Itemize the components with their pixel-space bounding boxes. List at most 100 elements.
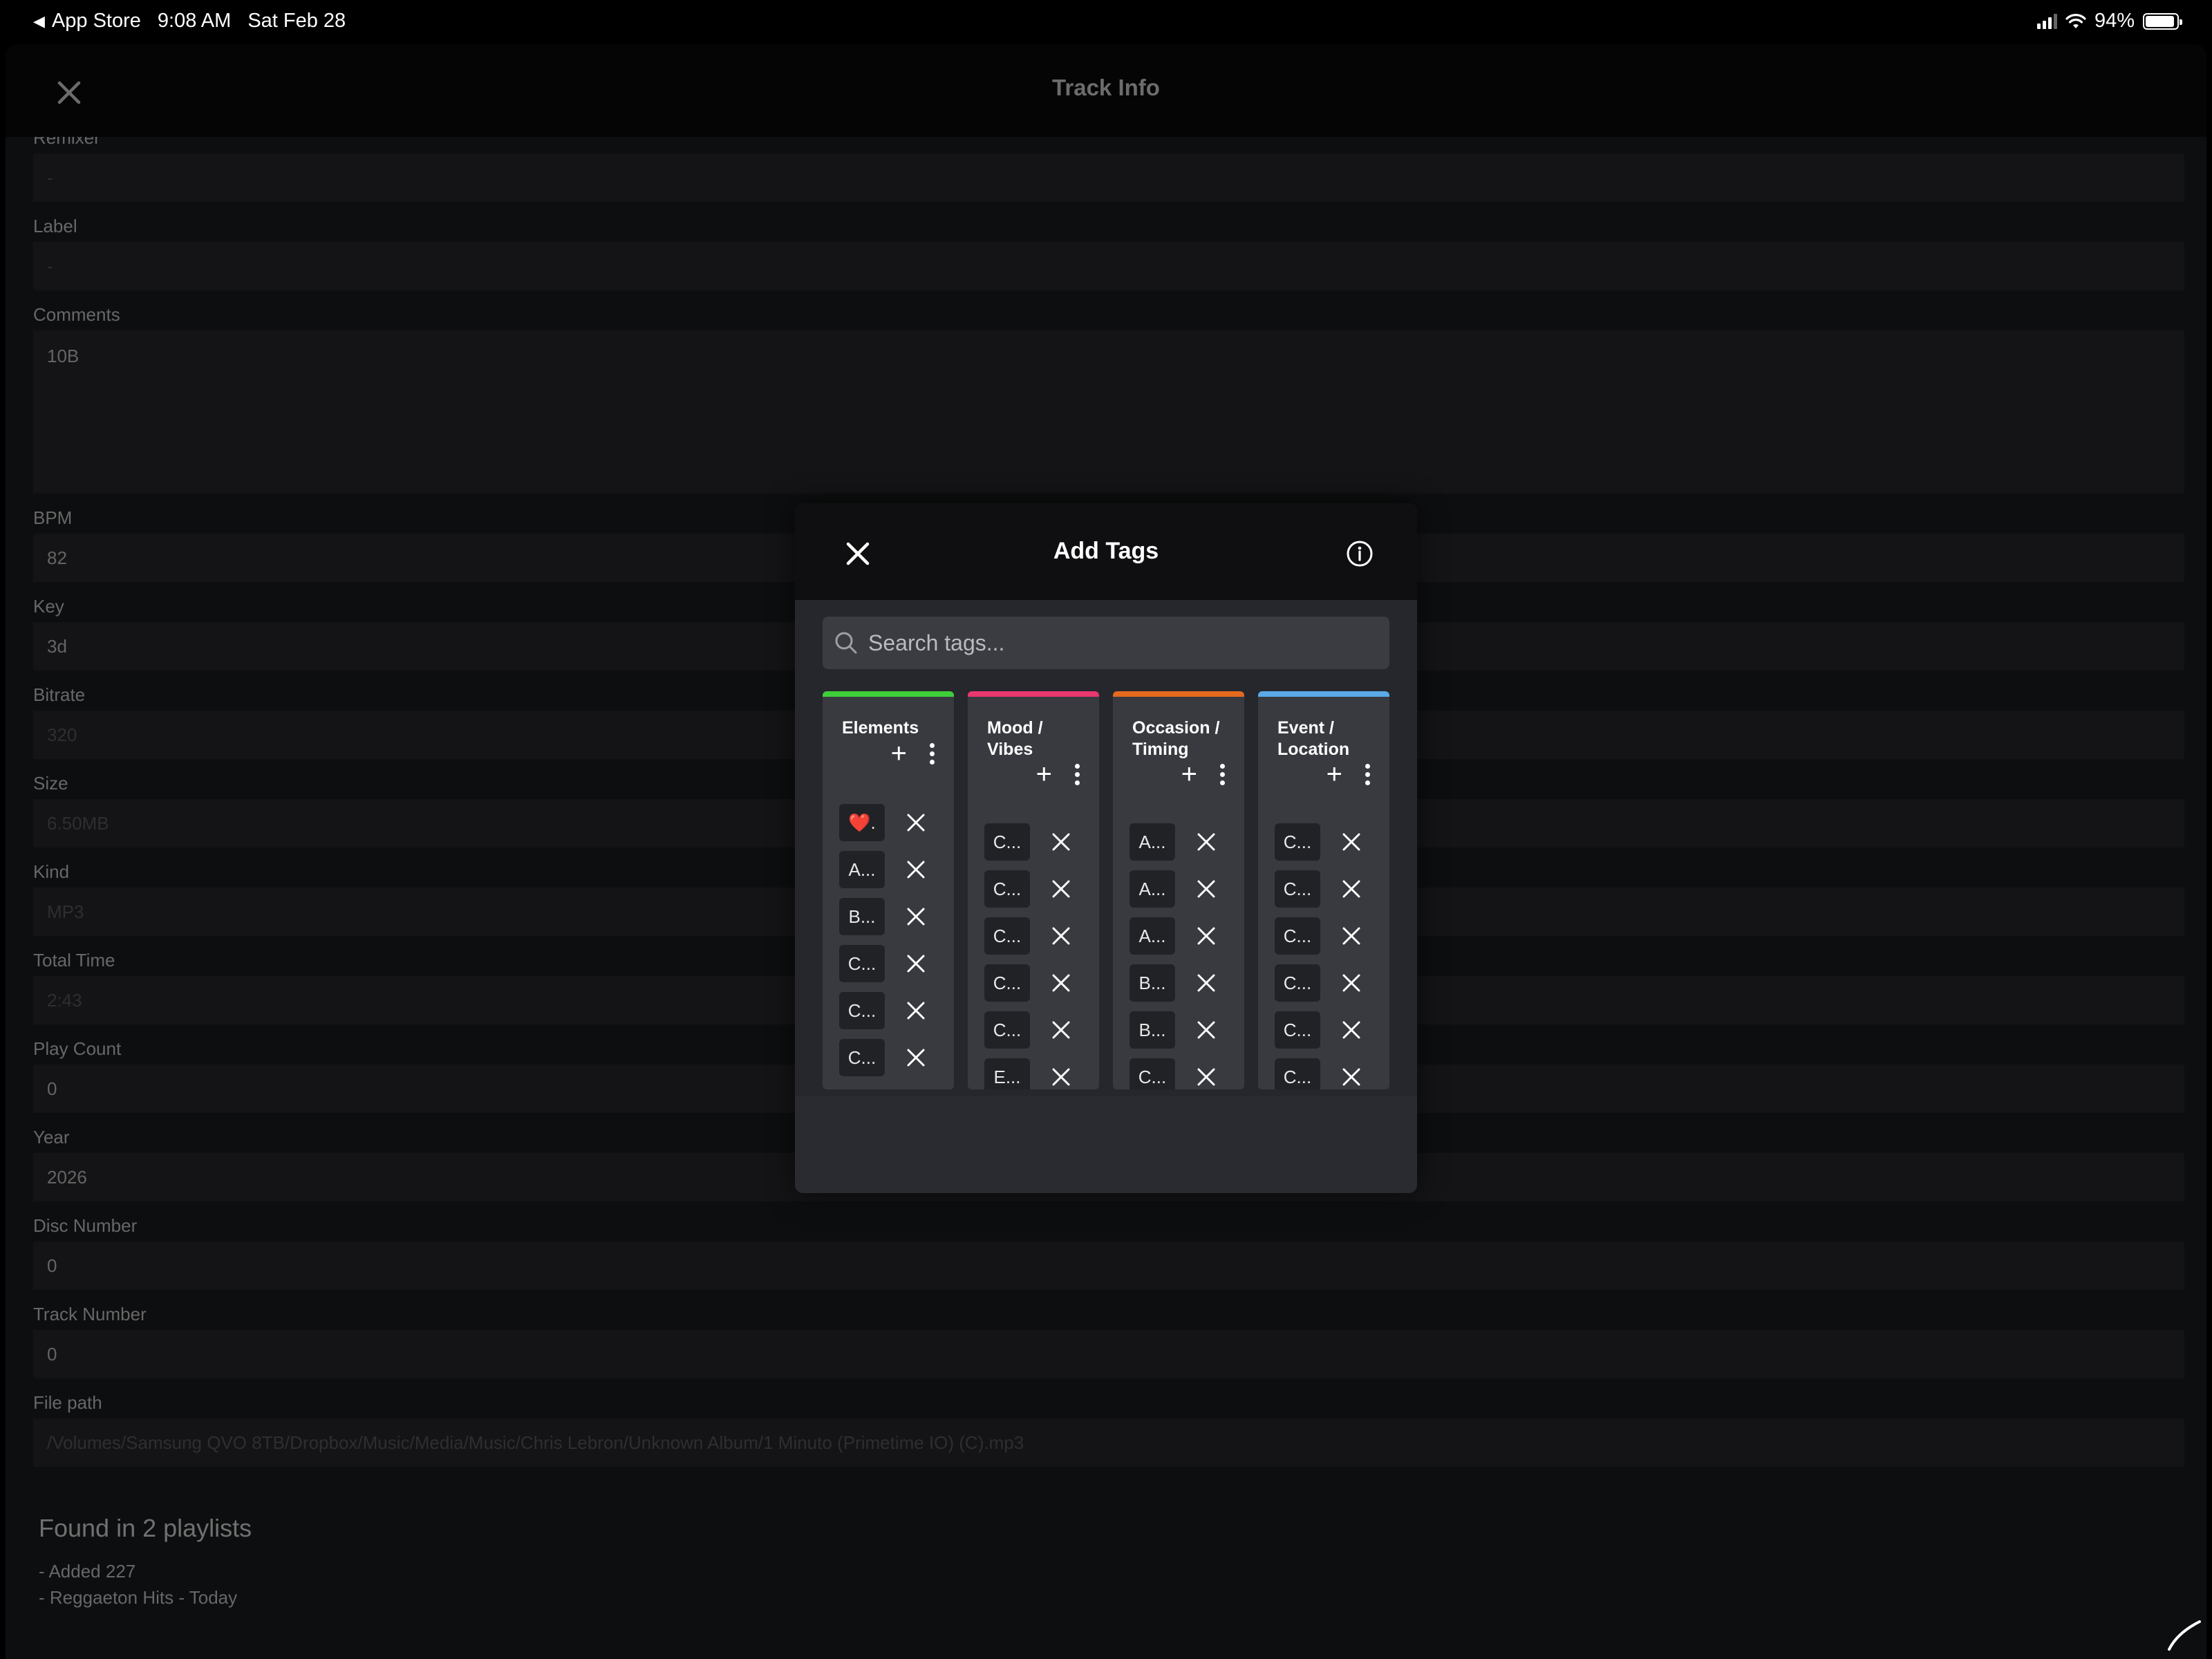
more-options-icon[interactable]: [1365, 763, 1370, 785]
more-options-icon[interactable]: [929, 742, 935, 765]
cellular-signal-icon: [2036, 13, 2057, 29]
tag-row: C...: [984, 865, 1092, 912]
tag-chip[interactable]: C...: [984, 870, 1030, 908]
tag-column-actions: +: [891, 740, 935, 767]
remove-tag-icon[interactable]: [906, 953, 926, 974]
remove-tag-icon[interactable]: [1196, 973, 1217, 993]
remove-tag-icon[interactable]: [1196, 832, 1217, 852]
tag-chip[interactable]: C...: [984, 964, 1030, 1002]
more-options-icon[interactable]: [1219, 763, 1225, 785]
tag-row: C...: [839, 940, 947, 987]
tag-columns: Elements + ❤️. A... B... C... C... C... Mood / V…: [823, 691, 1389, 1089]
remove-tag-icon[interactable]: [1341, 832, 1362, 852]
tag-column-elements: Elements + ❤️. A... B... C... C... C...: [823, 691, 954, 1089]
tag-chip[interactable]: C...: [984, 917, 1030, 955]
tag-row: ❤️.: [839, 799, 947, 846]
tag-column-event-location: Event / Location + C... C... C... C... C... C..…: [1258, 691, 1389, 1089]
tag-column-title: Mood / Vibes: [987, 718, 1043, 759]
tag-row: C...: [1275, 959, 1382, 1006]
remove-tag-icon[interactable]: [1051, 879, 1071, 899]
tag-chip[interactable]: C...: [839, 992, 885, 1029]
tag-chip[interactable]: C...: [1275, 1011, 1320, 1049]
tag-row: E...: [984, 1053, 1092, 1089]
status-date: Sat Feb 28: [247, 10, 346, 32]
remove-tag-icon[interactable]: [1051, 832, 1071, 852]
tag-row: C...: [839, 987, 947, 1034]
tag-chip[interactable]: A...: [839, 851, 885, 888]
status-time: 9:08 AM: [157, 10, 232, 32]
tag-row: B...: [1130, 1006, 1237, 1053]
tag-list: A... A... A... B... B... C...: [1130, 818, 1237, 1089]
tag-row: B...: [839, 893, 947, 940]
tag-chip[interactable]: B...: [839, 898, 885, 935]
remove-tag-icon[interactable]: [1341, 973, 1362, 993]
remove-tag-icon[interactable]: [1051, 1020, 1071, 1040]
tag-chip[interactable]: C...: [839, 1039, 885, 1076]
pencil-stroke-icon: [2168, 1620, 2201, 1651]
tag-chip[interactable]: C...: [1275, 1058, 1320, 1089]
tag-column-mood-vibes: Mood / Vibes + C... C... C... C... C... E...: [968, 691, 1099, 1089]
remove-tag-icon[interactable]: [1341, 926, 1362, 946]
back-app-label[interactable]: App Store: [52, 10, 141, 32]
tag-row: C...: [984, 912, 1092, 959]
add-tag-plus-icon[interactable]: +: [1327, 760, 1342, 788]
add-tag-plus-icon[interactable]: +: [1181, 760, 1197, 788]
tag-chip[interactable]: B...: [1130, 1011, 1175, 1049]
remove-tag-icon[interactable]: [1051, 926, 1071, 946]
remove-tag-icon[interactable]: [1196, 879, 1217, 899]
tag-chip[interactable]: C...: [1275, 964, 1320, 1002]
tag-chip[interactable]: ❤️.: [839, 804, 885, 841]
tag-column-actions: +: [1181, 760, 1225, 788]
remove-tag-icon[interactable]: [1341, 879, 1362, 899]
tag-chip[interactable]: C...: [984, 823, 1030, 861]
remove-tag-icon[interactable]: [1341, 1067, 1362, 1087]
battery-percent: 94%: [2094, 10, 2135, 32]
tag-chip[interactable]: A...: [1130, 917, 1175, 955]
tag-chip[interactable]: B...: [1130, 964, 1175, 1002]
tag-chip[interactable]: C...: [1130, 1058, 1175, 1089]
battery-icon: [2143, 12, 2182, 30]
info-icon[interactable]: [1345, 539, 1374, 568]
tag-row: C...: [1275, 818, 1382, 865]
tag-row: A...: [839, 846, 947, 893]
remove-tag-icon[interactable]: [906, 1000, 926, 1021]
status-bar: ◀ App Store 9:08 AM Sat Feb 28 94%: [0, 0, 2212, 44]
tag-chip[interactable]: C...: [1275, 823, 1320, 861]
tag-chip[interactable]: E...: [984, 1058, 1030, 1089]
remove-tag-icon[interactable]: [1196, 1020, 1217, 1040]
search-bar: [823, 617, 1389, 669]
remove-tag-icon[interactable]: [906, 812, 926, 833]
add-tag-plus-icon[interactable]: +: [1036, 760, 1052, 788]
remove-tag-icon[interactable]: [1341, 1020, 1362, 1040]
tag-chip[interactable]: C...: [1275, 917, 1320, 955]
remove-tag-icon[interactable]: [1051, 1067, 1071, 1087]
tag-row: C...: [984, 818, 1092, 865]
more-options-icon[interactable]: [1074, 763, 1080, 785]
tag-column-occasion-timing: Occasion / Timing + A... A... A... B... B... C.…: [1113, 691, 1244, 1089]
status-left: ◀ App Store 9:08 AM Sat Feb 28: [33, 10, 346, 32]
tag-column-title: Event / Location: [1277, 718, 1350, 759]
tag-row: C...: [1275, 1053, 1382, 1089]
tag-row: C...: [1275, 912, 1382, 959]
remove-tag-icon[interactable]: [906, 906, 926, 927]
tag-chip[interactable]: A...: [1130, 823, 1175, 861]
tag-chip[interactable]: C...: [1275, 870, 1320, 908]
tag-row: C...: [984, 1006, 1092, 1053]
remove-tag-icon[interactable]: [1196, 926, 1217, 946]
add-tag-plus-icon[interactable]: +: [891, 740, 907, 767]
remove-tag-icon[interactable]: [906, 1047, 926, 1068]
tag-column-actions: +: [1327, 760, 1370, 788]
wifi-icon: [2065, 13, 2086, 28]
search-input[interactable]: [868, 630, 1366, 656]
tag-chip[interactable]: C...: [839, 945, 885, 982]
tag-chip[interactable]: C...: [984, 1011, 1030, 1049]
remove-tag-icon[interactable]: [1051, 973, 1071, 993]
remove-tag-icon[interactable]: [906, 859, 926, 880]
tag-row: C...: [1275, 1006, 1382, 1053]
add-tags-header: Add Tags: [795, 503, 1417, 600]
remove-tag-icon[interactable]: [1196, 1067, 1217, 1087]
tag-chip[interactable]: A...: [1130, 870, 1175, 908]
tag-list: C... C... C... C... C... E...: [984, 818, 1092, 1089]
back-triangle-icon[interactable]: ◀: [33, 12, 45, 30]
tag-column-title: Elements: [842, 718, 919, 738]
